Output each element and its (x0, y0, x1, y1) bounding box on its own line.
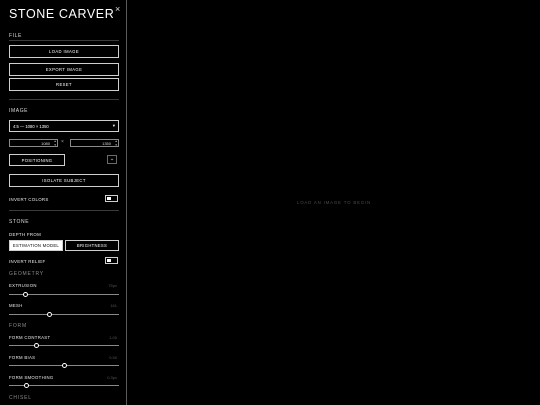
toggle-knob (107, 259, 111, 262)
divider (9, 40, 119, 41)
preview-canvas[interactable]: LOAD AN IMAGE TO BEGIN (128, 0, 540, 405)
form-bias-value: 0.50 (109, 355, 117, 360)
depth-option-estimation[interactable]: ESTIMATION MODEL (9, 240, 63, 251)
aspect-ratio-value: 4:5 — 1080 × 1350 (13, 123, 49, 129)
stepper-icon[interactable]: ▴ ▾ (115, 139, 117, 147)
form-smoothing-slider[interactable] (9, 383, 119, 388)
image-heading: IMAGE (9, 108, 29, 114)
form-bias-label: FORM BIAS (9, 355, 36, 360)
reset-button[interactable]: RESET (9, 78, 119, 91)
stepper-icon[interactable]: ▴ ▾ (54, 139, 56, 147)
app-title: STONE CARVER (9, 7, 115, 21)
form-bias-slider[interactable] (9, 363, 119, 368)
mesh-value: 161 (110, 303, 117, 308)
aspect-ratio-select[interactable]: 4:5 — 1080 × 1350 ▾ (9, 120, 119, 132)
divider (9, 99, 119, 100)
mesh-slider[interactable] (9, 312, 119, 317)
crosshair-icon[interactable]: ⌖ (107, 155, 117, 164)
slider-thumb[interactable] (23, 292, 28, 297)
depth-option-brightness[interactable]: BRIGHTNESS (65, 240, 119, 251)
export-image-button[interactable]: EXPORT IMAGE (9, 63, 119, 76)
invert-relief-label: INVERT RELIEF (9, 259, 46, 264)
geometry-heading: GEOMETRY (9, 271, 44, 277)
invert-colors-toggle[interactable] (105, 195, 118, 202)
stone-heading: STONE (9, 219, 30, 225)
mesh-label: MESH (9, 303, 23, 308)
load-image-button[interactable]: LOAD IMAGE (9, 45, 119, 58)
depth-from-label: DEPTH FROM (9, 232, 42, 237)
form-heading: FORM (9, 323, 27, 329)
form-contrast-value: 1.00 (109, 335, 117, 340)
slider-thumb[interactable] (34, 343, 39, 348)
times-separator: × (61, 139, 64, 145)
form-contrast-label: FORM CONTRAST (9, 335, 51, 340)
slider-thumb[interactable] (47, 312, 53, 317)
chevron-down-icon: ▾ (112, 123, 115, 128)
extrusion-label: EXTRUSION (9, 283, 37, 288)
height-value: 1350 (102, 140, 111, 146)
form-contrast-slider[interactable] (9, 343, 119, 348)
width-input[interactable]: 1080 ▴ ▾ (9, 139, 58, 147)
slider-thumb[interactable] (61, 363, 67, 368)
form-smoothing-value: 0.3px (107, 375, 117, 380)
extrusion-value: 75px (108, 283, 117, 288)
control-sidebar: STONE CARVER × FILE LOAD IMAGE EXPORT IM… (0, 0, 127, 405)
invert-colors-label: INVERT COLORS (9, 197, 49, 202)
positioning-button[interactable]: POSITIONING (9, 154, 65, 166)
file-heading: FILE (9, 33, 22, 39)
slider-thumb[interactable] (24, 383, 30, 388)
height-input[interactable]: 1350 ▴ ▾ (70, 139, 119, 147)
form-smoothing-label: FORM SMOOTHING (9, 375, 54, 380)
isolate-subject-button[interactable]: ISOLATE SUBJECT (9, 174, 119, 187)
invert-relief-toggle[interactable] (105, 257, 118, 264)
extrusion-slider[interactable] (9, 292, 119, 297)
toggle-knob (107, 197, 111, 200)
canvas-hint: LOAD AN IMAGE TO BEGIN (296, 200, 372, 205)
close-icon[interactable]: × (115, 4, 120, 14)
app-root: STONE CARVER × FILE LOAD IMAGE EXPORT IM… (0, 0, 540, 405)
chisel-heading: CHISEL (9, 395, 32, 401)
divider (9, 210, 119, 211)
width-value: 1080 (41, 140, 50, 146)
